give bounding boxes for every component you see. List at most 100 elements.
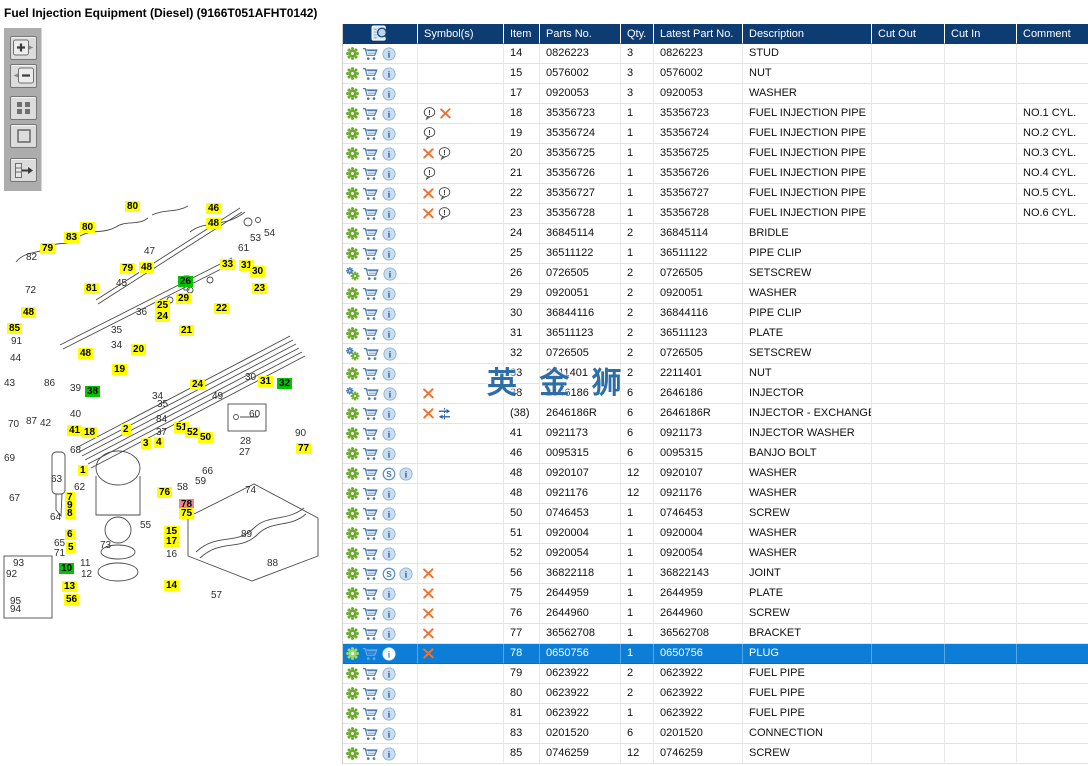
table-row[interactable]: i! 23 35356728 1 35356728 FUEL INJECTION PIPE… (343, 204, 1088, 224)
info-icon[interactable]: i (399, 466, 413, 481)
info-icon[interactable]: i (382, 306, 396, 321)
part-callout[interactable]: 70 (6, 419, 21, 430)
info-icon[interactable]: i (382, 66, 396, 81)
table-row[interactable]: i 15 0576002 3 0576002 NUT (343, 64, 1088, 84)
part-callout[interactable]: 71 (52, 548, 67, 559)
table-row[interactable]: i! 21 35356726 1 35356726 FUEL INJECTION PIPE… (343, 164, 1088, 184)
gear-icon[interactable] (346, 227, 359, 240)
info-icon[interactable]: i (382, 126, 396, 141)
part-callout[interactable]: 92 (4, 569, 19, 580)
s-badge-icon[interactable]: S (382, 467, 396, 481)
gear-icon[interactable] (346, 247, 359, 260)
gear-icon[interactable] (346, 607, 359, 620)
gear-icon[interactable] (346, 427, 359, 440)
table-row[interactable]: i 25 36511122 1 36511122 PIPE CLIP (343, 244, 1088, 264)
part-callout[interactable]: 86 (42, 378, 57, 389)
info-icon[interactable]: i (382, 246, 396, 261)
info-icon[interactable]: i (382, 486, 396, 501)
cart-icon[interactable] (362, 587, 379, 601)
table-row[interactable]: i 81 0623922 1 0623922 FUEL PIPE (343, 704, 1088, 724)
part-callout[interactable]: 94 (8, 604, 23, 615)
gear-icon[interactable] (346, 667, 359, 680)
gear-icon[interactable] (346, 67, 359, 80)
part-callout[interactable]: 69 (2, 453, 17, 464)
info-icon[interactable]: i (382, 226, 396, 241)
cart-icon[interactable] (362, 367, 379, 381)
cart-icon[interactable] (362, 227, 379, 241)
part-callout[interactable]: 80 (80, 222, 96, 233)
gear-icon[interactable] (346, 327, 359, 340)
table-row[interactable]: Si 48 0920107 12 0920107 WASHER (343, 464, 1088, 484)
gear-icon[interactable] (346, 627, 359, 640)
table-row-selected[interactable]: i 78 0650756 1 0650756 PLUG (343, 644, 1088, 664)
part-callout[interactable]: 87 (24, 416, 39, 427)
info-icon[interactable]: i (399, 566, 413, 581)
part-callout[interactable]: 48 (78, 348, 94, 359)
info-icon[interactable]: i (382, 606, 396, 621)
zoom-in-button[interactable] (10, 36, 37, 60)
table-row[interactable]: i 31 36511123 2 36511123 PLATE (343, 324, 1088, 344)
part-callout[interactable]: 90 (293, 428, 308, 439)
gear-icon[interactable] (346, 587, 359, 600)
gear-icon[interactable] (346, 47, 359, 60)
part-callout[interactable]: 33 (220, 259, 236, 270)
info-icon[interactable]: i (382, 666, 396, 681)
info-icon[interactable]: i (382, 86, 396, 101)
part-callout[interactable]: 31 (258, 376, 274, 387)
part-callout[interactable]: 85 (7, 323, 23, 334)
part-callout[interactable]: 26 (178, 276, 194, 287)
info-icon[interactable]: i (382, 326, 396, 341)
part-callout[interactable]: 56 (64, 594, 80, 605)
double-gear-icon[interactable] (346, 386, 360, 401)
cart-icon[interactable] (362, 147, 379, 161)
table-row[interactable]: i 51 0920004 1 0920004 WASHER (343, 524, 1088, 544)
info-icon[interactable]: i (382, 546, 396, 561)
cart-icon[interactable] (363, 347, 380, 361)
part-callout[interactable]: 76 (157, 487, 173, 498)
part-callout[interactable]: 30 (250, 266, 266, 277)
info-icon[interactable]: i (383, 386, 397, 401)
table-row[interactable]: i 85 0746259 12 0746259 SCREW (343, 744, 1088, 764)
table-row[interactable]: i 80 0623922 2 0623922 FUEL PIPE (343, 684, 1088, 704)
part-callout[interactable]: 34 (109, 340, 124, 351)
gear-icon[interactable] (346, 687, 359, 700)
cart-icon[interactable] (362, 607, 379, 621)
table-row[interactable]: i! 22 35356727 1 35356727 FUEL INJECTION PIPE… (343, 184, 1088, 204)
table-row[interactable]: i 30 36844116 2 36844116 PIPE CLIP (343, 304, 1088, 324)
part-callout[interactable]: 3 (141, 438, 151, 449)
part-callout[interactable]: 77 (296, 443, 312, 454)
table-row[interactable]: i (38) 2646186R 6 2646186R INJECTOR - EXCHANG… (343, 404, 1088, 424)
table-row[interactable]: i 46 0095315 6 0095315 BANJO BOLT (343, 444, 1088, 464)
part-callout[interactable]: 93 (11, 558, 26, 569)
part-callout[interactable]: 80 (125, 201, 141, 212)
gear-icon[interactable] (346, 307, 359, 320)
part-callout[interactable]: 45 (114, 278, 129, 289)
part-callout[interactable]: 48 (139, 262, 155, 273)
part-callout[interactable]: 84 (154, 414, 169, 425)
gear-icon[interactable] (346, 87, 359, 100)
table-row[interactable]: i! 18 35356723 1 35356723 FUEL INJECTION PIPE… (343, 104, 1088, 124)
info-icon[interactable]: i (382, 186, 396, 201)
table-row[interactable]: i 50 0746453 1 0746453 SCREW (343, 504, 1088, 524)
info-icon[interactable]: i (382, 706, 396, 721)
part-callout[interactable]: 32 (277, 378, 293, 389)
cart-icon[interactable] (362, 467, 379, 481)
info-icon[interactable]: i (382, 446, 396, 461)
info-icon[interactable]: i (382, 506, 396, 521)
cart-icon[interactable] (363, 267, 380, 281)
part-callout[interactable]: 11 (78, 558, 92, 569)
part-callout[interactable]: 79 (40, 243, 56, 254)
info-icon[interactable]: i (382, 46, 396, 61)
gear-icon[interactable] (346, 467, 359, 480)
part-callout[interactable]: 74 (243, 485, 258, 496)
gear-icon[interactable] (346, 747, 359, 760)
cart-icon[interactable] (362, 647, 379, 661)
cart-icon[interactable] (362, 127, 379, 141)
cart-icon[interactable] (362, 667, 379, 681)
tile-view-button[interactable] (10, 96, 37, 120)
part-callout[interactable]: 28 (238, 436, 253, 447)
part-callout[interactable]: 41 (67, 425, 83, 436)
part-callout[interactable]: 27 (237, 447, 252, 458)
gear-icon[interactable] (346, 647, 359, 660)
table-row[interactable]: i! 19 35356724 1 35356724 FUEL INJECTION PIPE… (343, 124, 1088, 144)
